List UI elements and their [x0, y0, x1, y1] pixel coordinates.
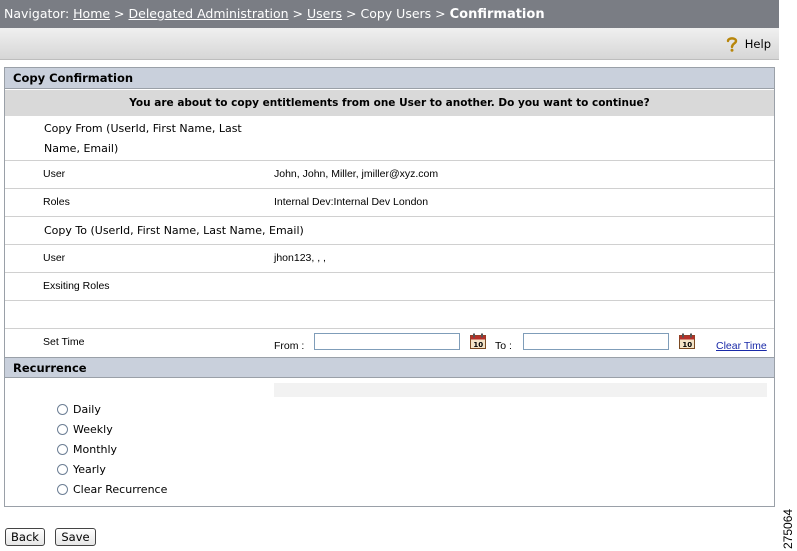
- copy-to-header: Copy To (UserId, First Name, Last Name, …: [44, 224, 304, 237]
- roles-label: Roles: [43, 196, 70, 208]
- copy-to-header-row: Copy To (UserId, First Name, Last Name, …: [5, 217, 774, 245]
- to-calendar-icon[interactable]: 10: [679, 333, 696, 349]
- radio-daily[interactable]: Daily: [57, 399, 167, 419]
- copy-from-header-row: Copy From (UserId, First Name, Last Name…: [5, 116, 774, 161]
- set-time-row: Set Time From : 10 To : 10 Clear Time: [5, 329, 774, 357]
- roles-row: Roles Internal Dev:Internal Dev London: [5, 189, 774, 217]
- from-date-input[interactable]: [314, 333, 460, 350]
- radio-yearly[interactable]: Yearly: [57, 459, 167, 479]
- to-user-row: User jhon123, , ,: [5, 245, 774, 273]
- to-user-value: jhon123, , ,: [274, 252, 326, 264]
- radio-label: Yearly: [73, 462, 106, 476]
- svg-text:10: 10: [473, 341, 483, 349]
- radio-button[interactable]: [57, 423, 68, 435]
- save-button[interactable]: Save: [55, 528, 96, 546]
- copy-confirmation-panel: Copy Confirmation You are about to copy …: [4, 67, 775, 507]
- svg-text:10: 10: [682, 341, 692, 349]
- recurrence-spacer: [274, 383, 767, 397]
- breadcrumb-current: Confirmation: [449, 7, 545, 22]
- breadcrumb-delegated-administration[interactable]: Delegated Administration: [129, 6, 289, 21]
- breadcrumb-separator: >: [435, 6, 446, 21]
- radio-label: Clear Recurrence: [73, 482, 168, 496]
- breadcrumb-separator: >: [292, 6, 304, 21]
- existing-roles-label: Exsiting Roles: [43, 280, 110, 292]
- roles-value: Internal Dev:Internal Dev London: [274, 196, 429, 208]
- radio-clear-recurrence[interactable]: Clear Recurrence: [57, 479, 167, 499]
- to-user-label: User: [43, 252, 66, 264]
- question-mark-icon: [726, 37, 737, 52]
- navigator-bar: Navigator: Home > Delegated Administrati…: [0, 0, 779, 28]
- radio-button[interactable]: [57, 463, 68, 475]
- breadcrumb-separator: >: [114, 6, 125, 21]
- radio-label: Weekly: [73, 422, 113, 436]
- toolbar: Help: [0, 28, 779, 60]
- from-user-label: User: [43, 168, 66, 180]
- navigator-label: Navigator:: [4, 6, 70, 21]
- copy-confirmation-header: Copy Confirmation: [5, 68, 774, 89]
- set-time-label: Set Time: [43, 336, 85, 348]
- radio-label: Daily: [73, 402, 101, 416]
- help-link[interactable]: Help: [725, 36, 771, 52]
- to-date-input[interactable]: [523, 333, 669, 350]
- breadcrumb-users[interactable]: Users: [307, 6, 342, 21]
- recurrence-options: Daily Weekly Monthly Yearly Clear Recurr…: [57, 399, 167, 499]
- from-user-row: User John, John, Miller, jmiller@xyz.com: [5, 161, 774, 189]
- clear-time-link[interactable]: Clear Time: [716, 340, 767, 352]
- radio-button[interactable]: [57, 403, 68, 415]
- breadcrumb-home[interactable]: Home: [73, 6, 110, 21]
- radio-label: Monthly: [73, 442, 118, 456]
- figure-number: 275064: [781, 508, 795, 549]
- breadcrumb-separator: >: [346, 6, 357, 21]
- from-label: From :: [274, 340, 305, 352]
- copy-from-header: Copy From (UserId, First Name, Last Name…: [44, 122, 242, 155]
- radio-weekly[interactable]: Weekly: [57, 419, 167, 439]
- from-user-value: John, John, Miller, jmiller@xyz.com: [274, 168, 439, 180]
- to-label: To :: [495, 340, 512, 352]
- existing-roles-row: Exsiting Roles: [5, 273, 774, 301]
- from-calendar-icon[interactable]: 10: [470, 333, 487, 349]
- help-label: Help: [744, 37, 771, 51]
- breadcrumb-copy-users: Copy Users: [360, 6, 432, 21]
- existing-roles-value-row: [5, 301, 774, 329]
- radio-button[interactable]: [57, 443, 68, 455]
- radio-monthly[interactable]: Monthly: [57, 439, 167, 459]
- recurrence-header: Recurrence: [5, 357, 774, 378]
- radio-button[interactable]: [57, 483, 68, 495]
- back-button[interactable]: Back: [5, 528, 45, 546]
- confirmation-notice: You are about to copy entitlements from …: [5, 90, 774, 116]
